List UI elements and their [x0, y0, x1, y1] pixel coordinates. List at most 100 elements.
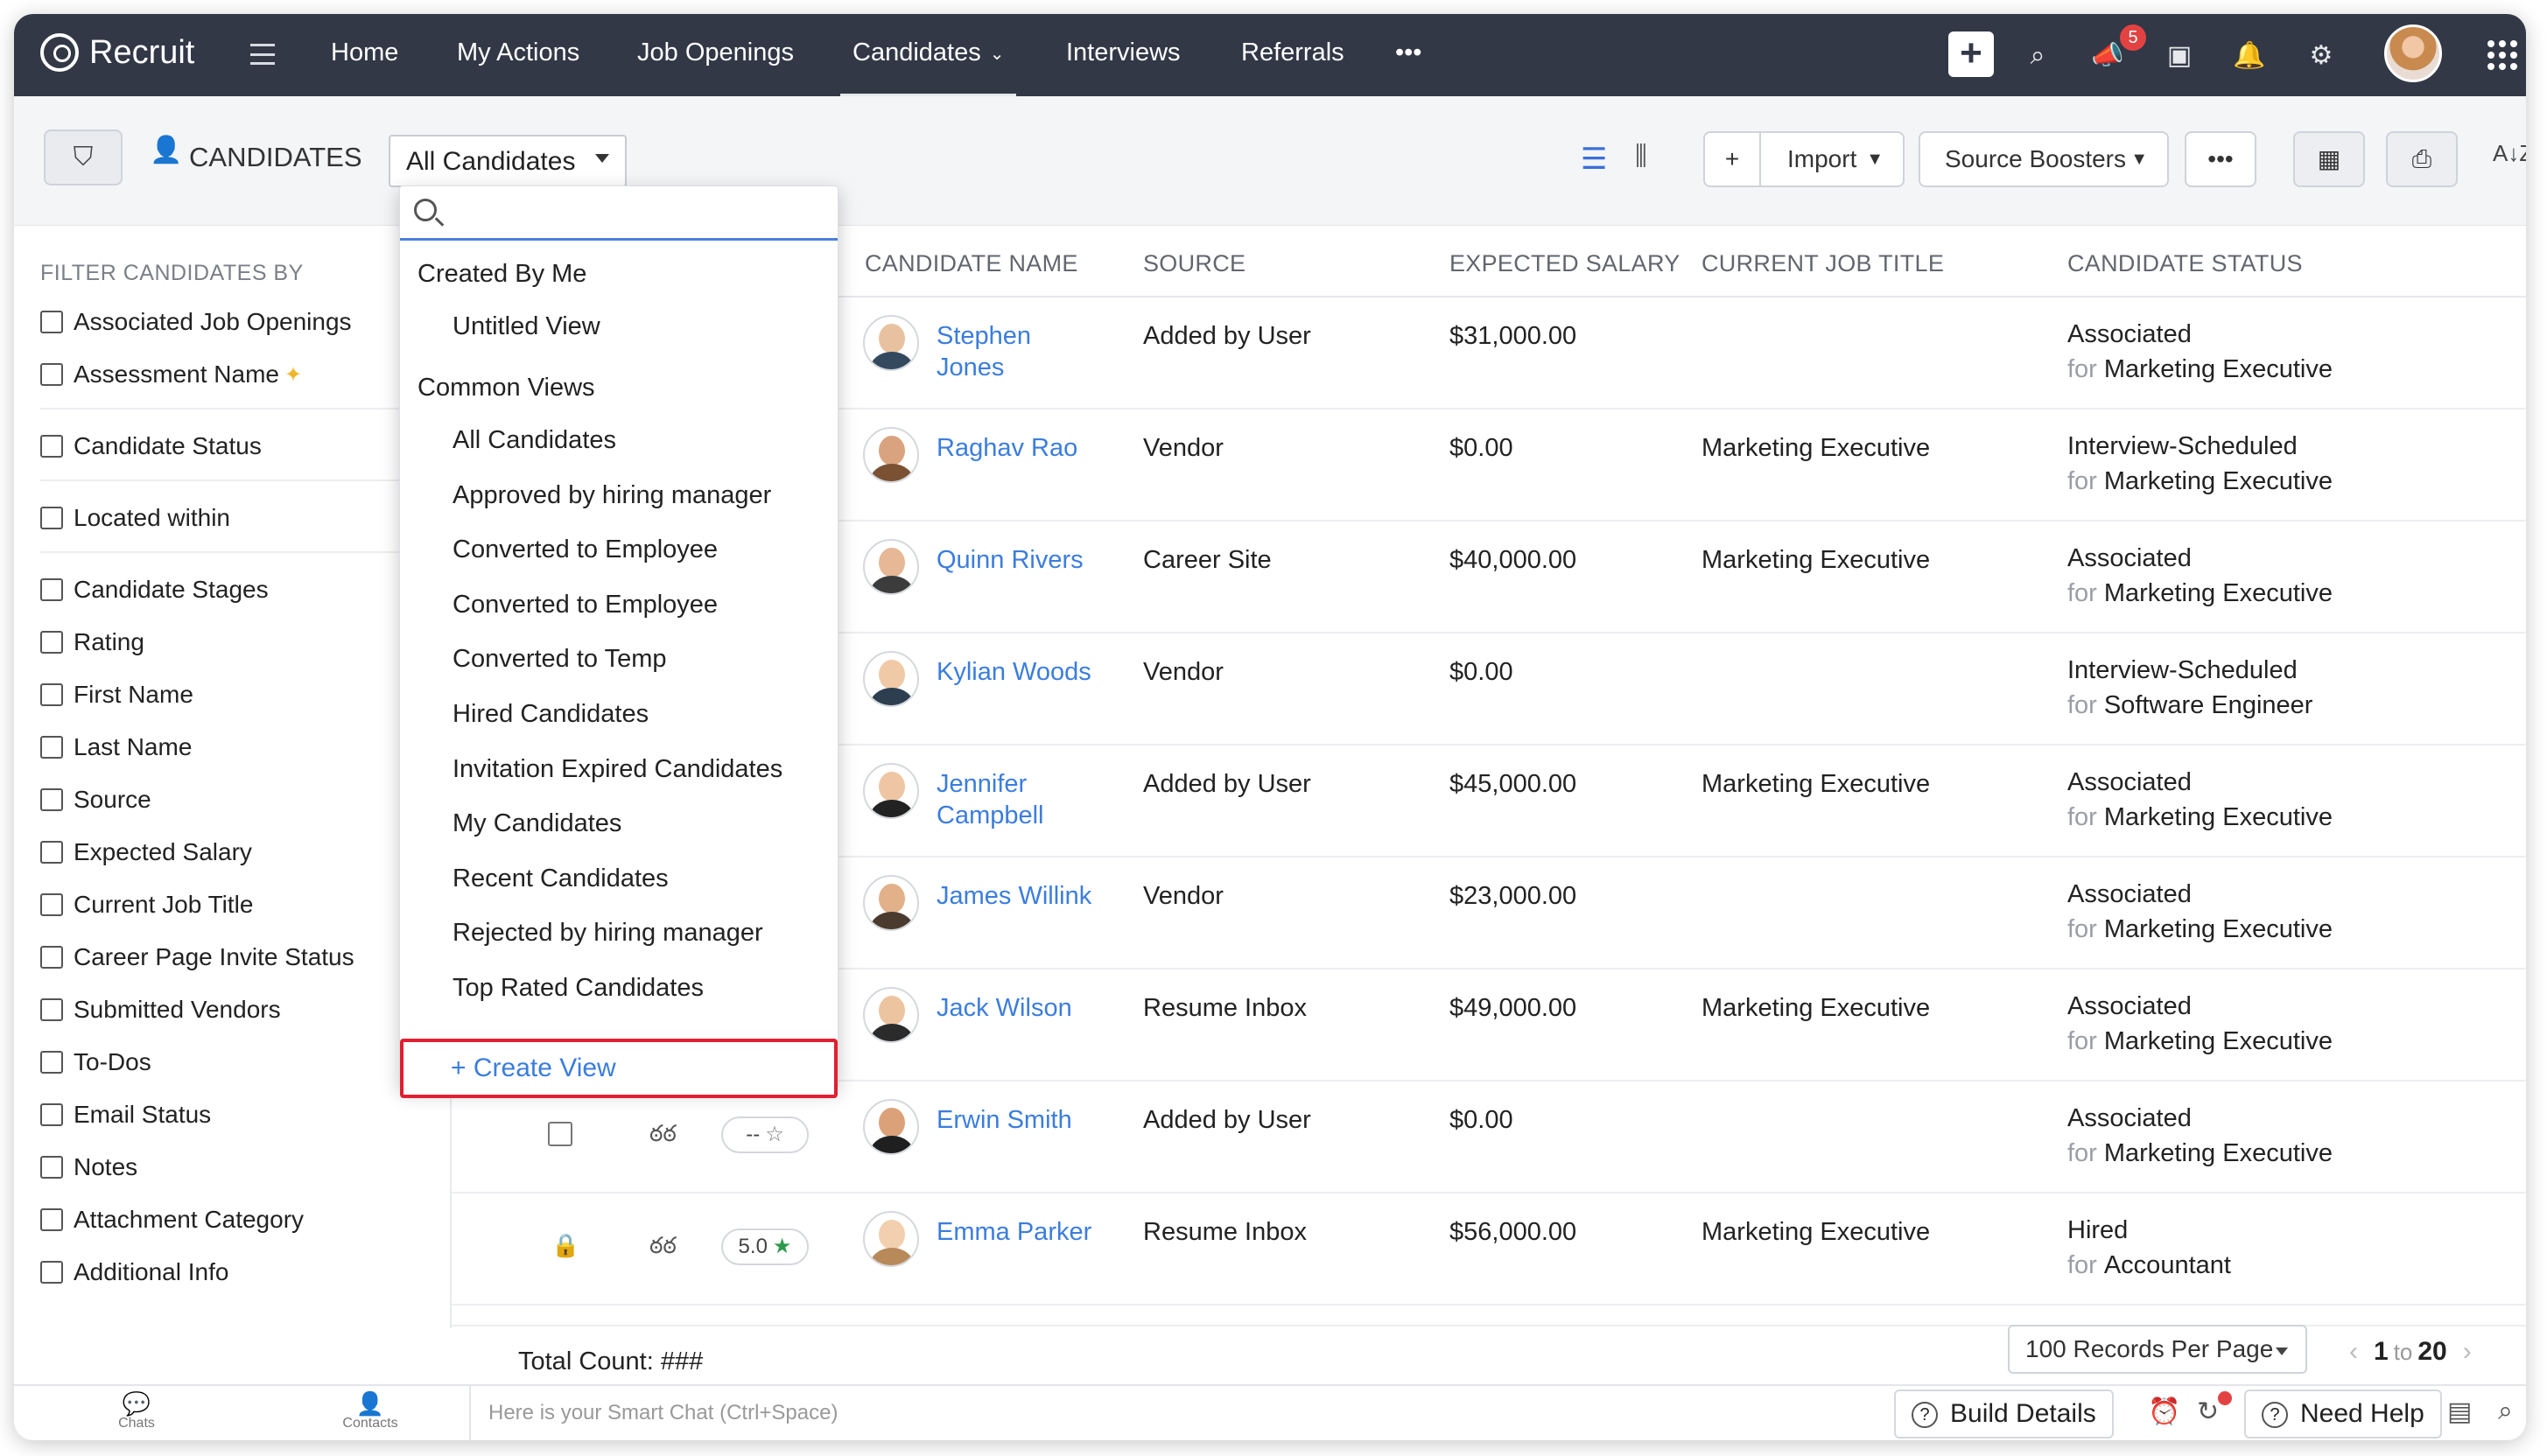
filter-additional-info[interactable]: Additional Info: [40, 1256, 228, 1288]
dropdown-search-input[interactable]: [449, 195, 825, 230]
checkbox[interactable]: [40, 893, 63, 916]
candidate-avatar[interactable]: [863, 539, 919, 595]
dropdown-view-option[interactable]: Top Rated Candidates: [453, 974, 704, 1003]
checkbox[interactable]: [40, 1261, 63, 1284]
rating-badge[interactable]: -- ☆: [721, 1116, 809, 1153]
nav-item-home[interactable]: Home: [331, 38, 398, 67]
checkbox[interactable]: [40, 1103, 63, 1126]
smart-chat-input[interactable]: Here is your Smart Chat (Ctrl+Space): [469, 1386, 1922, 1440]
chevron-left-icon[interactable]: ‹: [2349, 1337, 2358, 1366]
rating-badge[interactable]: 5.0 ★: [721, 1228, 809, 1265]
kanban-view-icon[interactable]: ⫼: [1635, 142, 1647, 172]
candidate-avatar[interactable]: [863, 763, 919, 819]
filter-assessment-name[interactable]: Assessment Name ✦: [40, 359, 302, 390]
table-row[interactable]: 🔒 ఠఠ 5.0 ★ Emma Parker Resume Inbox $56,000.00…: [452, 1195, 2526, 1306]
candidate-avatar[interactable]: [863, 1099, 919, 1155]
add-candidate-button[interactable]: +: [1703, 131, 1761, 187]
dropdown-view-option[interactable]: Recent Candidates: [453, 864, 669, 893]
filter-notes[interactable]: Notes: [40, 1152, 137, 1183]
candidate-avatar[interactable]: [863, 651, 919, 707]
more-actions-button[interactable]: •••: [2185, 131, 2256, 187]
bell-icon[interactable]: 🔔: [2230, 37, 2269, 75]
nav-item-my-actions[interactable]: My Actions: [457, 38, 579, 67]
search-icon[interactable]: ⌕: [2018, 37, 2057, 75]
print-button[interactable]: ⎙: [2386, 131, 2458, 187]
filter-toggle-button[interactable]: ⛉: [44, 130, 123, 186]
gear-icon[interactable]: ⚙: [2302, 37, 2340, 75]
filter-source[interactable]: Source: [40, 784, 151, 816]
apps-grid-icon[interactable]: [2487, 40, 2517, 70]
nav-item-candidates[interactable]: Candidates ⌄: [839, 38, 1018, 98]
checkbox[interactable]: [40, 1208, 63, 1231]
dropdown-view-option[interactable]: Hired Candidates: [453, 700, 649, 729]
checkbox[interactable]: [40, 736, 63, 759]
need-help-button[interactable]: ? Need Help: [2244, 1390, 2442, 1438]
checkbox[interactable]: [40, 1051, 63, 1074]
checkbox[interactable]: [40, 1156, 63, 1179]
dropdown-view-option[interactable]: Converted to Employee: [453, 536, 718, 564]
contacts-button[interactable]: 👤 Contacts: [331, 1391, 410, 1432]
candidate-name-link[interactable]: James Willink: [937, 880, 1103, 912]
column-header-current-job-title[interactable]: CURRENT JOB TITLE: [1702, 250, 1944, 277]
create-view-button[interactable]: + Create View: [400, 1039, 838, 1098]
column-header-expected-salary[interactable]: EXPECTED SALARY: [1449, 250, 1680, 277]
checkbox[interactable]: [40, 998, 63, 1021]
filter-career-page-invite-status[interactable]: Career Page Invite Status: [40, 942, 354, 973]
candidate-name-link[interactable]: Jennifer Campbell: [937, 768, 1103, 831]
column-header-source[interactable]: SOURCE: [1143, 250, 1245, 277]
candidate-avatar[interactable]: [863, 315, 919, 371]
hamburger-menu-icon[interactable]: [250, 44, 275, 65]
alarm-clock-icon[interactable]: ⏰: [2148, 1396, 2180, 1427]
nav-item-job-openings[interactable]: Job Openings: [637, 38, 794, 67]
filter-candidate-status[interactable]: Candidate Status: [40, 430, 262, 462]
table-view-button[interactable]: ▦: [2293, 131, 2365, 187]
list-view-icon[interactable]: ☰: [1581, 142, 1607, 177]
checkbox[interactable]: [40, 683, 63, 706]
quick-create-button[interactable]: +: [1948, 32, 1994, 77]
build-details-button[interactable]: ? Build Details: [1894, 1390, 2114, 1438]
candidate-avatar[interactable]: [863, 987, 919, 1043]
filter-candidate-stages[interactable]: Candidate Stages: [40, 574, 269, 606]
dropdown-view-option[interactable]: Rejected by hiring manager: [453, 919, 763, 948]
sort-az-icon[interactable]: A↓Z: [2493, 140, 2526, 167]
checkbox[interactable]: [40, 631, 63, 654]
view-select[interactable]: All Candidates: [389, 135, 627, 187]
filter-submitted-vendors[interactable]: Submitted Vendors: [40, 994, 281, 1026]
user-avatar[interactable]: [2384, 24, 2442, 82]
filter-rating[interactable]: Rating: [40, 626, 144, 658]
dropdown-view-option[interactable]: Untitled View: [453, 312, 600, 341]
binoculars-icon[interactable]: ఠఠ: [649, 1120, 677, 1152]
dropdown-view-option[interactable]: All Candidates: [453, 426, 616, 455]
candidate-avatar[interactable]: [863, 1211, 919, 1267]
filter-to-dos[interactable]: To-Dos: [40, 1046, 151, 1078]
dropdown-view-option[interactable]: Converted to Temp: [453, 645, 667, 674]
row-checkbox[interactable]: [548, 1122, 572, 1146]
column-header-candidate-name[interactable]: CANDIDATE NAME: [865, 250, 1078, 277]
candidate-name-link[interactable]: Stephen Jones: [937, 320, 1103, 383]
filter-expected-salary[interactable]: Expected Salary: [40, 836, 252, 868]
filter-located-within[interactable]: Located within: [40, 502, 230, 534]
history-icon[interactable]: ↻: [2197, 1396, 2219, 1427]
search-icon[interactable]: ⌕: [2498, 1396, 2513, 1426]
dropdown-view-option[interactable]: Invitation Expired Candidates: [453, 755, 782, 784]
candidate-avatar[interactable]: [863, 875, 919, 931]
filter-current-job-title[interactable]: Current Job Title: [40, 889, 253, 920]
calendar-icon[interactable]: ▣: [2160, 37, 2199, 75]
dropdown-view-option[interactable]: Converted to Employee: [453, 591, 718, 620]
checkbox[interactable]: [40, 435, 63, 458]
checkbox[interactable]: [40, 363, 63, 386]
records-per-page-select[interactable]: 100 Records Per Page: [2008, 1325, 2307, 1374]
nav-item-referrals[interactable]: Referrals: [1241, 38, 1344, 67]
candidate-name-link[interactable]: Emma Parker: [937, 1216, 1103, 1248]
app-logo[interactable]: Recruit: [40, 33, 194, 72]
filter-associated-job-openings[interactable]: Associated Job Openings: [40, 306, 352, 338]
filter-last-name[interactable]: Last Name: [40, 732, 192, 763]
feedback-icon[interactable]: ▤: [2447, 1396, 2472, 1427]
checkbox[interactable]: [40, 841, 63, 864]
table-row[interactable]: ఠఠ -- ☆ Erwin Smith Added by User $0.00 Associ…: [452, 1083, 2526, 1194]
checkbox[interactable]: [40, 507, 63, 529]
candidate-name-link[interactable]: Erwin Smith: [937, 1104, 1103, 1136]
candidate-name-link[interactable]: Kylian Woods: [937, 656, 1103, 688]
source-boosters-button[interactable]: Source Boosters ▼: [1919, 131, 2169, 187]
import-button[interactable]: Import ▼: [1759, 131, 1905, 187]
